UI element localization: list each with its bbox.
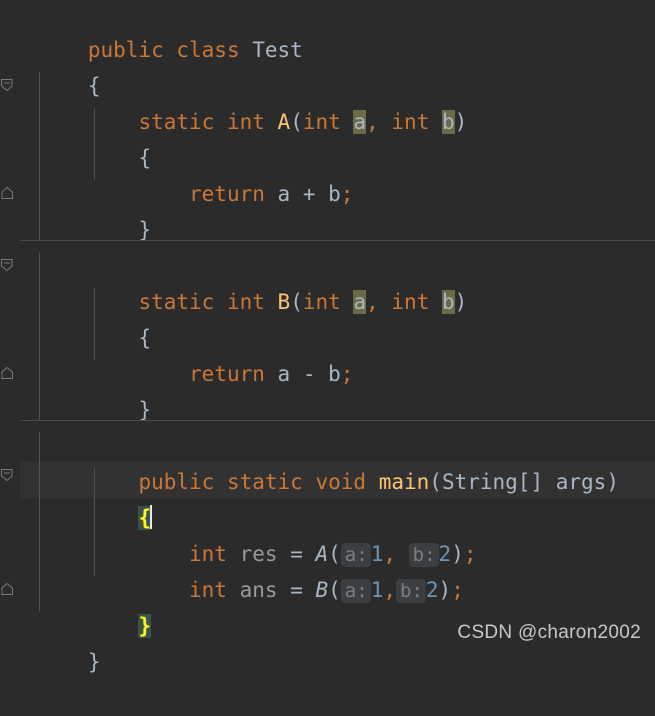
indent-guide [94, 108, 95, 180]
code-line-12[interactable] [0, 392, 655, 428]
indent-guide [94, 468, 95, 576]
indent-guide [39, 72, 40, 240]
fold-expanded-icon[interactable] [0, 78, 14, 92]
indent-guide [39, 432, 40, 612]
fold-end-icon[interactable] [0, 186, 14, 200]
code-line-4[interactable]: { [0, 104, 655, 170]
code-line-16[interactable]: int ans = B(a: 1, b: 2); [0, 536, 655, 603]
code-line-6[interactable]: } [0, 176, 655, 242]
code-line-3[interactable]: static int A(int a, int b) [0, 68, 655, 134]
method-separator-1 [0, 240, 655, 241]
editor-gutter[interactable] [0, 0, 20, 652]
code-editor[interactable]: public class Test { static int A(int a, … [0, 0, 655, 674]
fold-expanded-icon[interactable] [0, 258, 14, 272]
brace-close: } [87, 650, 101, 674]
method-separator-2 [0, 420, 655, 421]
code-line-2[interactable]: { [0, 32, 655, 98]
code-line-7[interactable] [0, 212, 655, 248]
code-line-5[interactable]: return a + b; [0, 140, 655, 206]
indent-guide [39, 252, 40, 420]
fold-expanded-icon[interactable] [0, 468, 14, 482]
code-line-15[interactable]: int res = A(a: 1, b: 2); [0, 500, 655, 567]
indent-guide [94, 288, 95, 360]
fold-end-icon[interactable] [0, 582, 14, 596]
code-line-17[interactable]: } [0, 572, 655, 638]
code-line-13[interactable]: public static void main(String[] args) [0, 428, 655, 494]
code-line-8[interactable]: static int B(int a, int b) [0, 248, 655, 314]
code-line-1[interactable]: public class Test [0, 0, 655, 62]
watermark: CSDN @charon2002 [457, 622, 641, 643]
fold-end-icon[interactable] [0, 366, 14, 380]
code-line-11[interactable]: } [0, 356, 655, 422]
code-line-10[interactable]: return a - b; [0, 320, 655, 386]
code-line-9[interactable]: { [0, 284, 655, 350]
code-line-14[interactable]: { [0, 464, 655, 530]
